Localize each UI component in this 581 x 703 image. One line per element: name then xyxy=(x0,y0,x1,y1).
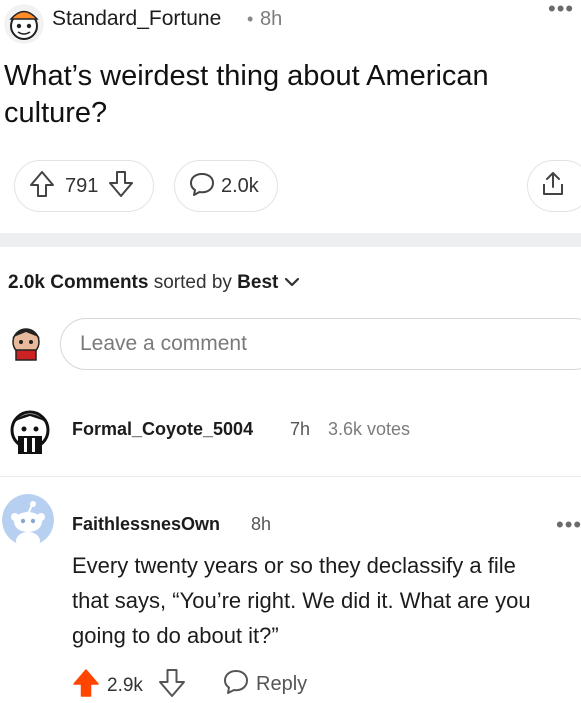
formal-coyote-votes: 3.6k votes xyxy=(328,419,411,439)
post-vote-bar: 791 xyxy=(14,160,154,212)
post-author-avatar[interactable] xyxy=(4,4,44,44)
comment-body-line: that says, “You’re right. We did it. Wha… xyxy=(72,588,531,613)
post-comment-count: 2.0k xyxy=(221,174,259,197)
sorted-by-label: sorted by xyxy=(153,272,232,293)
downvote-icon[interactable] xyxy=(108,170,134,203)
sort-value[interactable]: Best xyxy=(237,272,278,293)
comments-sort-bar[interactable]: 2.0k Comments sorted by Best xyxy=(8,272,300,294)
comment-score: 2.9k xyxy=(107,675,143,696)
section-divider xyxy=(0,233,581,247)
comment-more-options-icon[interactable]: ••• xyxy=(556,514,581,536)
share-icon xyxy=(540,170,566,203)
comment-body-line: Every twenty years or so they declassify… xyxy=(72,553,516,578)
share-button[interactable] xyxy=(527,160,581,212)
post-title: What’s weirdest thing about American cul… xyxy=(4,60,489,129)
comment-bubble-icon xyxy=(189,171,215,202)
post-separator-dot: • xyxy=(247,9,254,29)
comment-input-placeholder: Leave a comment xyxy=(80,332,247,355)
comment-body-line: going to do about it?” xyxy=(72,623,279,648)
formal-coyote-username[interactable]: Formal_Coyote_5004 xyxy=(72,419,253,440)
snoo-avatar[interactable] xyxy=(2,494,54,546)
reply-bubble-icon xyxy=(222,668,250,701)
comment-separator xyxy=(0,476,581,477)
chevron-down-icon[interactable] xyxy=(284,272,300,293)
comment-author[interactable]: FaithlessnesOwn xyxy=(72,514,220,535)
reply-button[interactable]: Reply xyxy=(222,668,307,701)
formal-coyote-avatar[interactable] xyxy=(2,402,58,458)
formal-coyote-time: 7h xyxy=(290,419,311,439)
post-more-options-icon[interactable]: ••• xyxy=(548,0,574,20)
comment-body: Every twenty years or so they declassify… xyxy=(72,548,581,653)
current-user-avatar[interactable] xyxy=(6,322,46,364)
post-time: 8h xyxy=(260,8,283,30)
reply-label: Reply xyxy=(256,673,308,695)
post-comments-button[interactable]: 2.0k xyxy=(174,160,278,212)
comment-downvote-icon[interactable] xyxy=(158,668,186,703)
post-author[interactable]: Standard_Fortune xyxy=(52,7,221,31)
post-score: 791 xyxy=(65,174,99,197)
comments-count: 2.0k Comments xyxy=(8,272,149,293)
comment-time: 8h xyxy=(251,514,272,534)
upvote-icon[interactable] xyxy=(29,170,55,203)
comment-upvote-icon[interactable] xyxy=(72,668,100,703)
